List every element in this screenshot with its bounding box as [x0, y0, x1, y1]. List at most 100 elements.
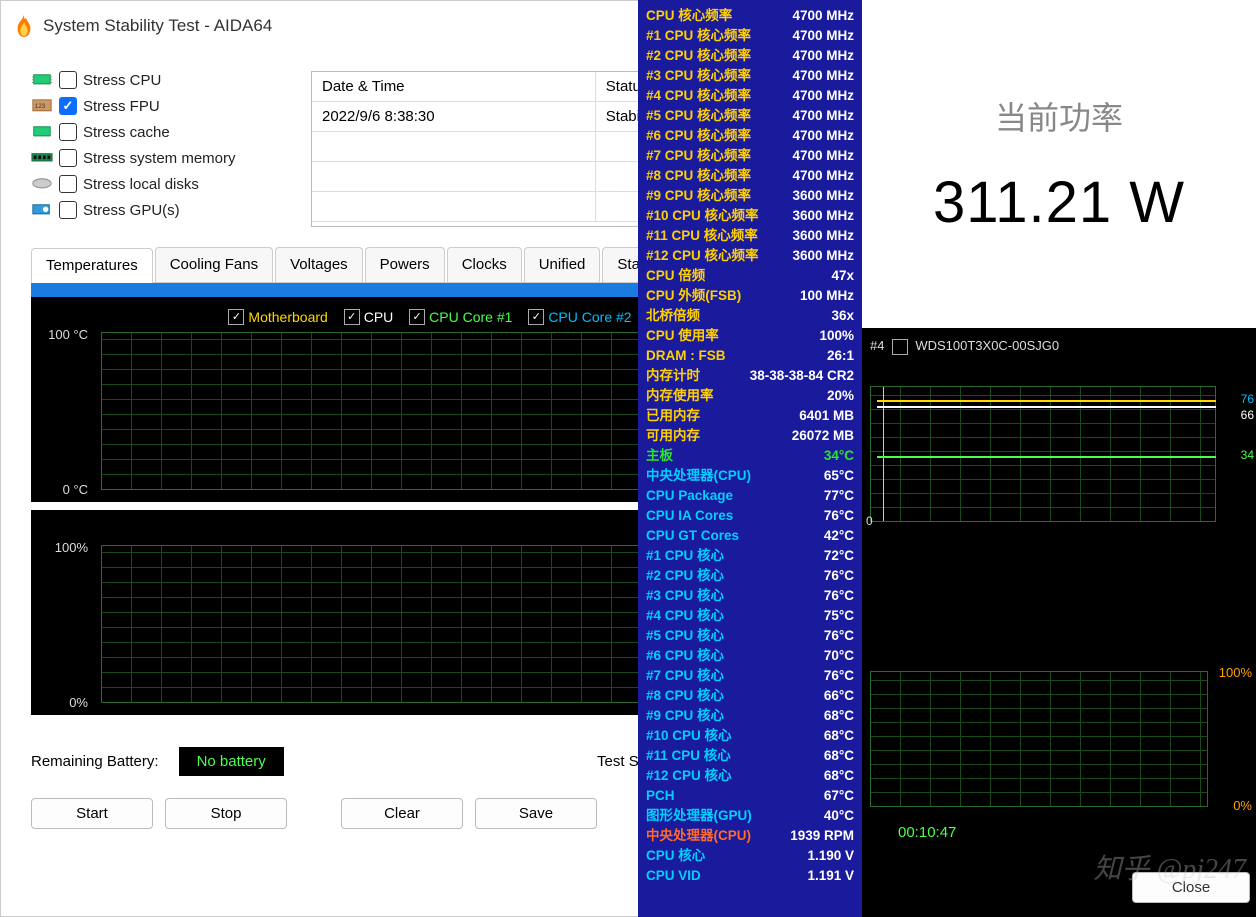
- hwmon-row: CPU VID1.191 V: [646, 866, 854, 886]
- hwmon-row: CPU GT Cores42°C: [646, 526, 854, 546]
- save-button[interactable]: Save: [475, 798, 597, 829]
- stop-button[interactable]: Stop: [165, 798, 287, 829]
- hwmon-row: #12 CPU 核心68°C: [646, 766, 854, 786]
- svg-text:123: 123: [35, 103, 46, 110]
- hwmon-row: #1 CPU 核心72°C: [646, 546, 854, 566]
- stress-disk-checkbox[interactable]: [59, 175, 77, 193]
- stress-gpu-checkbox[interactable]: [59, 201, 77, 219]
- battery-label: Remaining Battery:: [31, 753, 159, 770]
- hwmon-row: 已用内存6401 MB: [646, 406, 854, 426]
- ytick-0: 0 °C: [63, 482, 88, 497]
- stress-memory-checkbox[interactable]: [59, 149, 77, 167]
- r2tick-0: 0%: [1233, 798, 1252, 813]
- hwmon-row: #6 CPU 核心频率4700 MHz: [646, 126, 854, 146]
- legend-cpu-checkbox[interactable]: [344, 309, 360, 325]
- right-chart-panel: #4 WDS100T3X0C-00SJG0 76 75 66 34 0 100%…: [862, 328, 1256, 917]
- cache-icon: [31, 124, 53, 140]
- hwmon-row: CPU 倍频47x: [646, 266, 854, 286]
- legend-ssd-checkbox[interactable]: [892, 339, 908, 355]
- hwmon-row: CPU Package77°C: [646, 486, 854, 506]
- hwmon-row: #11 CPU 核心68°C: [646, 746, 854, 766]
- memory-icon: [31, 150, 53, 166]
- tab-unified[interactable]: Unified: [524, 247, 601, 282]
- rtick-0: 0: [866, 514, 873, 528]
- hwmon-row: #10 CPU 核心频率3600 MHz: [646, 206, 854, 226]
- hwmon-row: 北桥倍频36x: [646, 306, 854, 326]
- close-button[interactable]: Close: [1132, 872, 1250, 903]
- trace-green: [877, 456, 1216, 458]
- hwmon-row: 内存计时38-38-38-84 CR2: [646, 366, 854, 386]
- elapsed-value: 00:10:47: [878, 818, 976, 847]
- stress-memory-label: Stress system memory: [83, 150, 236, 167]
- power-title: 当前功率: [995, 93, 1123, 139]
- legend-motherboard: Motherboard: [248, 309, 327, 325]
- fpu-icon: 123: [31, 98, 53, 114]
- tab-cooling-fans[interactable]: Cooling Fans: [155, 247, 273, 282]
- hwmon-row: #1 CPU 核心频率4700 MHz: [646, 26, 854, 46]
- hwmon-row: 图形处理器(GPU)40°C: [646, 806, 854, 826]
- legend-idx4: #4: [870, 338, 884, 353]
- hwmon-row: CPU 核心频率4700 MHz: [646, 6, 854, 26]
- hwmon-row: #3 CPU 核心76°C: [646, 586, 854, 606]
- stress-disk-label: Stress local disks: [83, 176, 199, 193]
- hwmon-row: #6 CPU 核心70°C: [646, 646, 854, 666]
- hwmon-row: #10 CPU 核心68°C: [646, 726, 854, 746]
- hwmon-row: #2 CPU 核心76°C: [646, 566, 854, 586]
- hwmon-row: #9 CPU 核心68°C: [646, 706, 854, 726]
- stress-cache-checkbox[interactable]: [59, 123, 77, 141]
- hwmon-row: #8 CPU 核心频率4700 MHz: [646, 166, 854, 186]
- hwmon-row: #4 CPU 核心频率4700 MHz: [646, 86, 854, 106]
- power-panel: 当前功率 311.21 W: [862, 0, 1256, 328]
- rtick-66: 66: [1241, 408, 1254, 422]
- hwmon-row: CPU 使用率100%: [646, 326, 854, 346]
- legend-core2-checkbox[interactable]: [528, 309, 544, 325]
- rtick-76: 76: [1241, 392, 1254, 406]
- window-title: System Stability Test - AIDA64: [43, 16, 272, 36]
- hwmon-row: 中央处理器(CPU)65°C: [646, 466, 854, 486]
- hwmon-row: #2 CPU 核心频率4700 MHz: [646, 46, 854, 66]
- clear-button[interactable]: Clear: [341, 798, 463, 829]
- hwmon-row: #3 CPU 核心频率4700 MHz: [646, 66, 854, 86]
- tab-powers[interactable]: Powers: [365, 247, 445, 282]
- tab-voltages[interactable]: Voltages: [275, 247, 363, 282]
- power-value: 311.21 W: [933, 169, 1185, 236]
- legend-core1: CPU Core #1: [429, 309, 512, 325]
- hwmon-row: 内存使用率20%: [646, 386, 854, 406]
- r2tick-100: 100%: [1219, 665, 1252, 680]
- hwmon-row: #7 CPU 核心76°C: [646, 666, 854, 686]
- stress-fpu-checkbox[interactable]: [59, 97, 77, 115]
- stress-gpu-label: Stress GPU(s): [83, 202, 180, 219]
- hwmon-row: DRAM : FSB26:1: [646, 346, 854, 366]
- legend-core2: CPU Core #2: [548, 309, 631, 325]
- ytick-100: 100 °C: [48, 327, 88, 342]
- hwmon-row: #8 CPU 核心66°C: [646, 686, 854, 706]
- th-datetime[interactable]: Date & Time: [312, 72, 595, 102]
- rtick-34: 34: [1241, 448, 1254, 462]
- hwmon-row: CPU IA Cores76°C: [646, 506, 854, 526]
- ytick2-100: 100%: [55, 540, 88, 555]
- legend-motherboard-checkbox[interactable]: [228, 309, 244, 325]
- flame-icon: [13, 13, 35, 39]
- disk-icon: [31, 176, 53, 192]
- tab-clocks[interactable]: Clocks: [447, 247, 522, 282]
- stress-options: Stress CPU 123Stress FPU Stress cache St…: [31, 71, 291, 227]
- hwmon-row: #7 CPU 核心频率4700 MHz: [646, 146, 854, 166]
- hwmon-row: 中央处理器(CPU)1939 RPM: [646, 826, 854, 846]
- right-grid-2: [870, 671, 1208, 807]
- ytick2-0: 0%: [69, 695, 88, 710]
- hwmon-row: #4 CPU 核心75°C: [646, 606, 854, 626]
- legend-core1-checkbox[interactable]: [409, 309, 425, 325]
- start-button[interactable]: Start: [31, 798, 153, 829]
- hwmon-row: #12 CPU 核心频率3600 MHz: [646, 246, 854, 266]
- trace-white: [877, 406, 1216, 408]
- legend-ssd: WDS100T3X0C-00SJG0: [915, 338, 1059, 353]
- hwmon-row: #5 CPU 核心频率4700 MHz: [646, 106, 854, 126]
- hwmon-row: #5 CPU 核心76°C: [646, 626, 854, 646]
- stress-cpu-checkbox[interactable]: [59, 71, 77, 89]
- stress-cpu-label: Stress CPU: [83, 72, 161, 89]
- hwmon-row: 主板34°C: [646, 446, 854, 466]
- stress-fpu-label: Stress FPU: [83, 98, 160, 115]
- hwmon-row: PCH67°C: [646, 786, 854, 806]
- tab-temperatures[interactable]: Temperatures: [31, 248, 153, 283]
- legend-cpu: CPU: [364, 309, 394, 325]
